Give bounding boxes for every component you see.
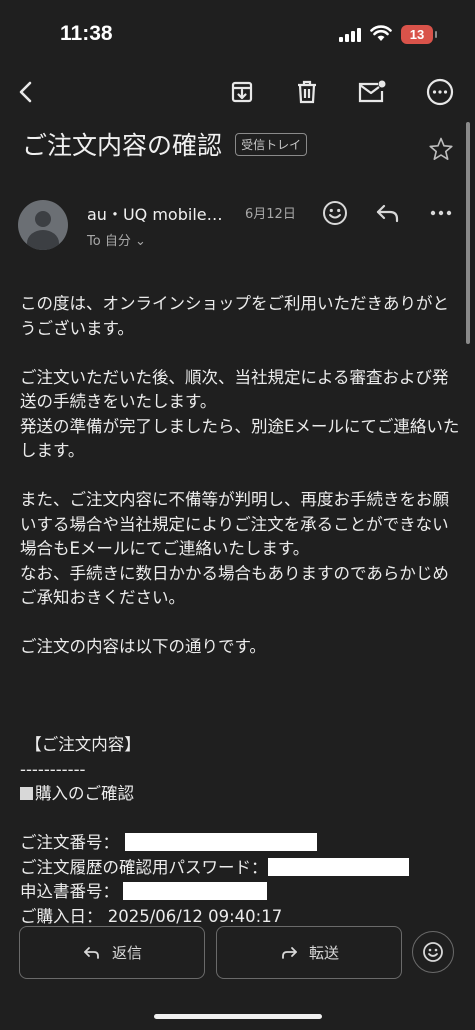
avatar[interactable] [18,200,68,250]
confirm-heading: 購入のご確認 [35,784,134,803]
redacted-value [267,857,409,876]
archive-icon[interactable] [226,76,258,108]
emoji-icon [423,942,443,962]
body-paragraph: 発送の準備が完了しましたら、別途Eメールにてご連絡いたします。 [20,416,460,461]
subject-row: ご注文内容の確認 受信トレイ [22,126,462,162]
body-paragraph: ご注文の内容は以下の通りです。 [20,637,266,656]
mark-unread-icon[interactable] [356,76,388,108]
inbox-label-chip[interactable]: 受信トレイ [235,132,308,156]
body-paragraph: なお、手続きに数日かかる場合もありますのであらかじめご承知おきください。 [20,563,449,608]
email-date: 6月12日 [245,207,296,222]
reply-icon[interactable] [373,198,403,228]
reply-label: 返信 [111,944,142,962]
email-subject: ご注文内容の確認 [22,131,223,160]
reply-icon [84,946,99,959]
forward-label: 転送 [308,944,339,962]
email-body: この度は、オンラインショップをご利用いただきありがとうございます。 ご注文いただ… [20,292,460,929]
star-icon[interactable] [428,136,454,166]
purchase-date-value: 2025/06/12 09:40:17 [107,906,283,926]
application-number-label: 申込書番号： [20,882,119,901]
square-bullet-icon [20,787,33,800]
back-icon[interactable] [10,76,42,108]
cellular-signal-icon [339,28,361,42]
body-paragraph: また、ご注文内容に不備等が判明し、再度お手続きをお願いする場合や当社規定によりご… [20,490,449,558]
purchase-date-label: ご購入日： [20,906,103,926]
body-paragraph: ご注文いただいた後、順次、当社規定による審査および発送の手続きをいたします。 [20,367,449,412]
password-label: ご注文履歴の確認用パスワード： [20,857,268,877]
order-section-header: 【ご注文内容】 [20,735,141,754]
application-number-line: 申込書番号： [20,880,460,905]
more-icon[interactable] [424,76,456,108]
home-indicator[interactable] [154,1014,322,1019]
order-number-line: ご注文番号： [20,831,460,856]
confirm-heading-line: 購入のご確認 [20,782,460,807]
body-paragraph: この度は、オンラインショップをご利用いただきありがとうございます。 [20,294,449,338]
status-bar: 11:38 13 [0,0,475,60]
forward-button[interactable]: 転送 [216,926,402,979]
clock: 11:38 [60,22,113,45]
reply-bar: 返信 転送 [0,926,475,982]
recipient-details-toggle[interactable]: To 自分 ⌄ [87,230,146,249]
redacted-value [123,882,267,900]
more-horizontal-icon[interactable] [426,198,456,228]
order-number-label: ご注文番号： [20,833,119,852]
password-line: ご注文履歴の確認用パスワード： [20,856,460,881]
battery-indicator: 13 [401,25,437,44]
reply-button[interactable]: 返信 [19,926,205,979]
redacted-value [125,833,317,851]
emoji-reaction-button[interactable] [412,931,454,973]
email-toolbar [0,70,475,114]
forward-icon [282,946,297,959]
trash-icon[interactable] [291,76,323,108]
divider-dashes: ----------- [20,759,86,779]
sender-name[interactable]: au・UQ mobile… [87,201,223,225]
emoji-icon[interactable] [320,198,350,228]
sender-row: au・UQ mobile… 6月12日 To 自分 ⌄ [18,198,468,250]
scrollbar[interactable] [466,122,470,344]
wifi-icon [370,24,392,42]
